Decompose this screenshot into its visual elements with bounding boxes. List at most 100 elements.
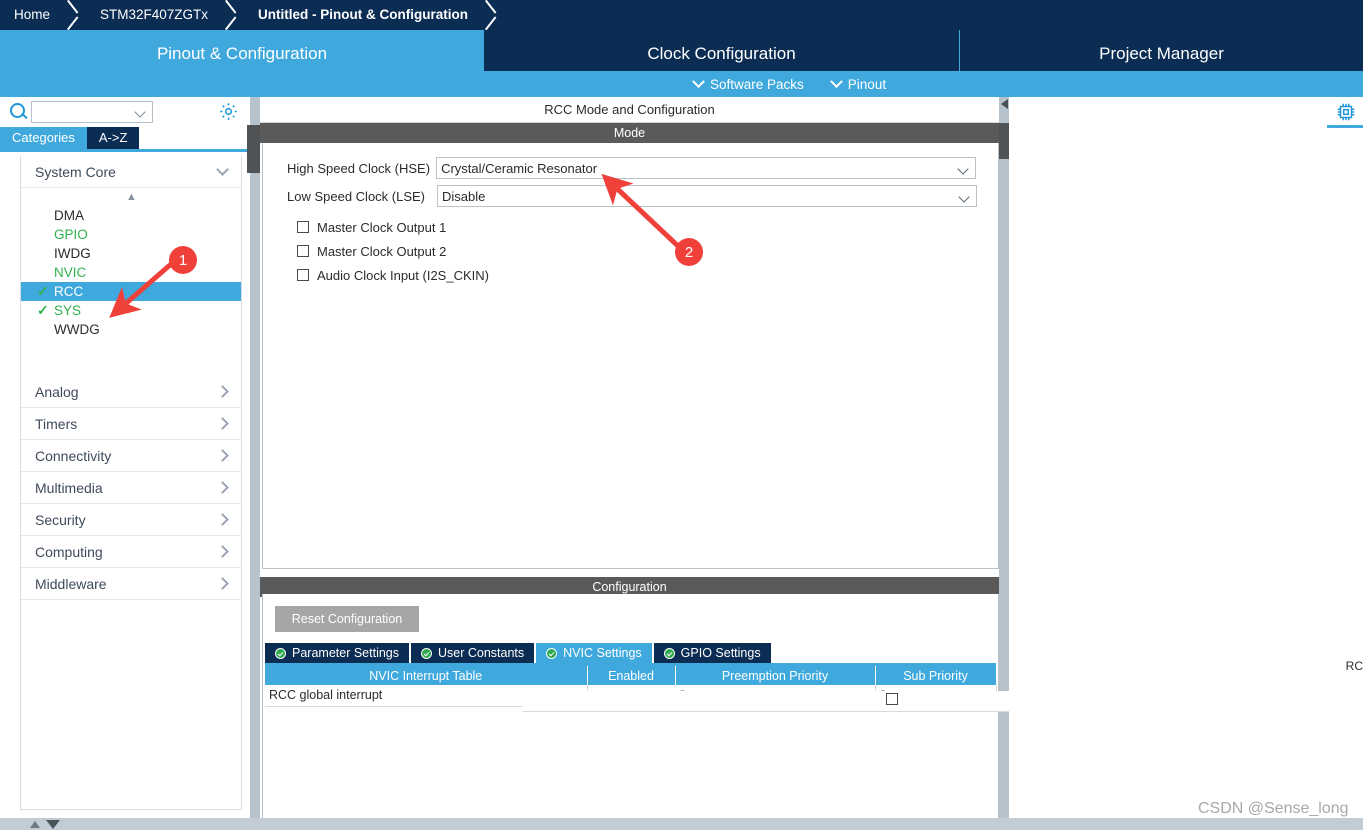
categories-panel: Categories A->Z System Core ▲ DMA GPIO I… — [0, 97, 250, 818]
chip-tab-underline — [1327, 125, 1363, 128]
category-header-middleware[interactable]: Middleware — [21, 568, 241, 600]
chevron-down-icon[interactable] — [216, 163, 229, 176]
category-header-timers[interactable]: Timers — [21, 408, 241, 440]
tab-a-to-z[interactable]: A->Z — [86, 127, 140, 149]
table-row[interactable]: RCC global interrupt 0 0 — [265, 685, 1262, 712]
tab-label: GPIO Settings — [680, 646, 761, 660]
hse-label: High Speed Clock (HSE) — [287, 160, 431, 176]
category-header-system-core[interactable]: System Core — [21, 156, 241, 188]
master-clock-output-1-checkbox[interactable] — [297, 221, 309, 233]
category-label: Computing — [35, 543, 103, 560]
hse-combo[interactable]: Crystal/Ceramic Resonator — [436, 157, 977, 179]
master-clock-output-2-checkbox[interactable] — [297, 245, 309, 257]
peripheral-label: RCC — [54, 284, 84, 299]
chevron-right-icon[interactable] — [216, 545, 229, 558]
tab-nvic-settings[interactable]: NVIC Settings — [536, 643, 652, 663]
column-header-preemption[interactable]: Preemption Priority — [675, 666, 876, 685]
menu-software-packs[interactable]: Software Packs — [680, 74, 818, 92]
arrow-left-icon[interactable] — [1000, 99, 1008, 109]
category-label: Analog — [35, 383, 79, 400]
bottom-scroll-arrows[interactable] — [30, 820, 60, 829]
breadcrumb-separator-icon — [218, 0, 244, 30]
peripheral-item-sys[interactable]: ✓ SYS — [21, 301, 241, 320]
tab-clock-configuration[interactable]: Clock Configuration — [484, 30, 960, 77]
category-header-multimedia[interactable]: Multimedia — [21, 472, 241, 504]
category-label: Multimedia — [35, 479, 103, 496]
tab-project-manager[interactable]: Project Manager — [960, 30, 1363, 77]
hse-value: Crystal/Ceramic Resonator — [441, 160, 598, 176]
peripheral-item-nvic[interactable]: NVIC — [21, 263, 241, 282]
arrow-down-icon[interactable] — [46, 820, 60, 829]
peripheral-item-iwdg[interactable]: IWDG — [21, 244, 241, 263]
category-label: System Core — [35, 163, 116, 180]
breadcrumb-item-current[interactable]: Untitled - Pinout & Configuration — [244, 0, 478, 30]
peripheral-label: DMA — [54, 208, 84, 223]
panel-title: RCC Mode and Configuration — [260, 97, 999, 123]
tab-label: NVIC Settings — [563, 646, 642, 660]
chevron-down-icon[interactable] — [957, 163, 969, 175]
check-circle-icon — [546, 647, 558, 659]
chevron-right-icon[interactable] — [216, 481, 229, 494]
column-header-sub[interactable]: Sub Priority — [875, 666, 997, 685]
check-icon: ✓ — [37, 302, 49, 318]
lse-label: Low Speed Clock (LSE) — [287, 188, 426, 204]
category-header-computing[interactable]: Computing — [21, 536, 241, 568]
audio-clock-input-checkbox[interactable] — [297, 269, 309, 281]
master-clock-output-1-label: Master Clock Output 1 — [317, 219, 447, 235]
chevron-right-icon[interactable] — [216, 513, 229, 526]
splitter-collapse-arrows[interactable] — [999, 97, 1009, 123]
arrow-up-icon[interactable] — [30, 821, 40, 828]
peripheral-item-dma[interactable]: DMA — [21, 206, 241, 225]
tab-label: User Constants — [438, 646, 525, 660]
chevron-right-icon[interactable] — [216, 417, 229, 430]
reset-configuration-button[interactable]: Reset Configuration — [275, 606, 419, 632]
master-clock-output-1-row[interactable]: Master Clock Output 1 — [297, 215, 998, 239]
hse-row: High Speed Clock (HSE) Crystal/Ceramic R… — [287, 157, 998, 179]
chevron-down-icon[interactable] — [134, 106, 146, 118]
category-header-security[interactable]: Security — [21, 504, 241, 536]
left-splitter[interactable] — [247, 97, 263, 818]
lse-row: Low Speed Clock (LSE) Disable — [287, 185, 998, 207]
master-clock-output-2-row[interactable]: Master Clock Output 2 — [297, 239, 998, 263]
peripheral-label: GPIO — [54, 227, 88, 242]
chevron-down-icon[interactable] — [958, 191, 970, 203]
tab-categories[interactable]: Categories — [0, 127, 87, 149]
tab-gpio-settings[interactable]: GPIO Settings — [653, 643, 771, 663]
column-header-enabled[interactable]: Enabled — [587, 666, 676, 685]
check-icon: ✓ — [37, 283, 49, 299]
search-combo[interactable] — [31, 101, 153, 123]
category-group-system-core: System Core ▲ DMA GPIO IWDG NVIC ✓ RCC ✓ — [21, 156, 241, 376]
peripheral-item-rcc[interactable]: ✓ RCC — [21, 282, 241, 301]
check-circle-icon — [663, 647, 675, 659]
column-header-interrupt[interactable]: NVIC Interrupt Table — [265, 666, 588, 685]
tab-pinout-configuration[interactable]: Pinout & Configuration — [0, 30, 484, 77]
peripheral-item-wwdg[interactable]: WWDG — [21, 320, 241, 339]
search-icon — [8, 101, 30, 123]
tab-user-constants[interactable]: User Constants — [411, 643, 535, 663]
chip-icon[interactable] — [1335, 101, 1357, 123]
tab-parameter-settings[interactable]: Parameter Settings — [265, 643, 409, 663]
enabled-checkbox[interactable] — [886, 692, 898, 705]
audio-clock-input-row[interactable]: Audio Clock Input (I2S_CKIN) — [297, 263, 998, 287]
breadcrumb-item-home[interactable]: Home — [0, 0, 60, 30]
category-header-connectivity[interactable]: Connectivity — [21, 440, 241, 472]
search-input[interactable] — [32, 102, 132, 122]
chevron-right-icon[interactable] — [216, 385, 229, 398]
gear-icon[interactable] — [218, 101, 239, 122]
chevron-right-icon[interactable] — [216, 449, 229, 462]
category-label: Middleware — [35, 575, 107, 592]
menu-pinout[interactable]: Pinout — [818, 74, 900, 92]
audio-clock-input-label: Audio Clock Input (I2S_CKIN) — [317, 267, 489, 283]
peripheral-label: IWDG — [54, 246, 91, 261]
category-label: Timers — [35, 415, 78, 432]
peripheral-item-gpio[interactable]: GPIO — [21, 225, 241, 244]
scroll-spinner-icon[interactable]: ▲ — [21, 188, 241, 206]
chevron-right-icon[interactable] — [216, 577, 229, 590]
splitter-grip[interactable] — [999, 123, 1009, 159]
search-row — [0, 97, 250, 127]
category-header-analog[interactable]: Analog — [21, 376, 241, 408]
lse-combo[interactable]: Disable — [437, 185, 978, 207]
tab-label: Parameter Settings — [292, 646, 399, 660]
breadcrumb: Home STM32F407ZGTx Untitled - Pinout & C… — [0, 0, 1363, 30]
breadcrumb-item-mcu[interactable]: STM32F407ZGTx — [86, 0, 218, 30]
